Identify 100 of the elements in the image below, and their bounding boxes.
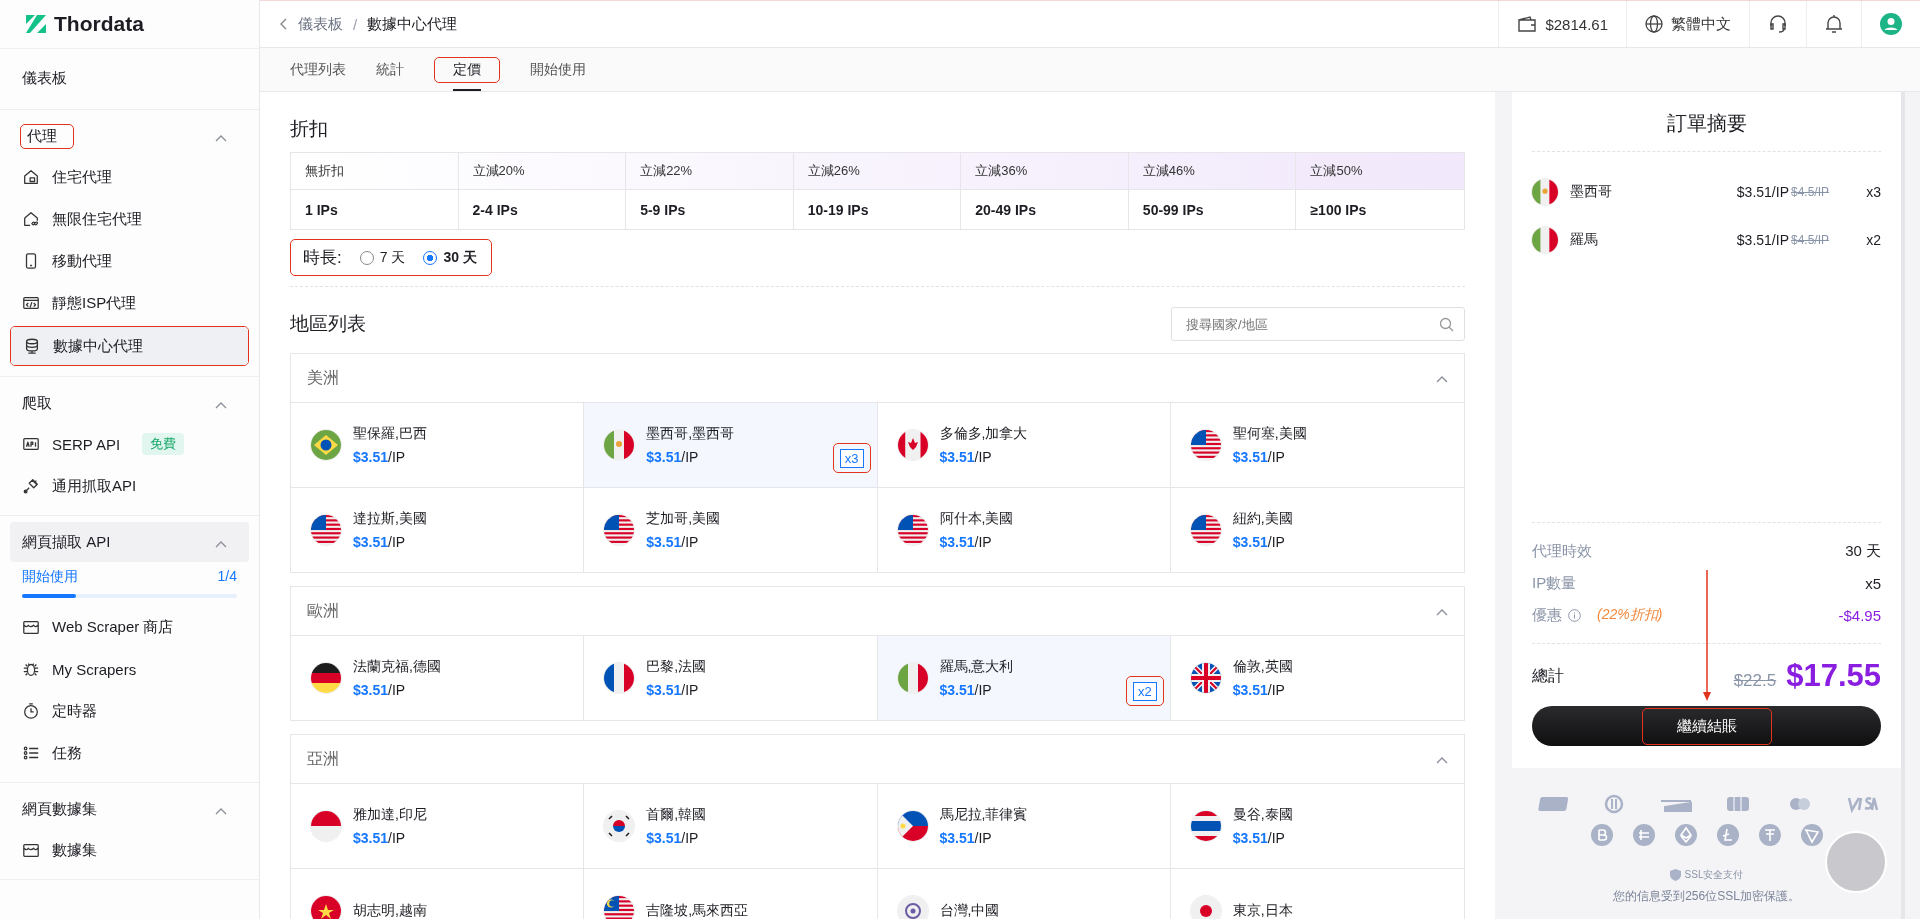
summary-title: 訂單摘要 [1532, 92, 1881, 152]
wallet-icon [1517, 15, 1538, 33]
search-icon [1439, 317, 1454, 332]
region-name: 聖何塞,美國 [1232, 425, 1307, 443]
chevron-up-icon[interactable] [1436, 608, 1448, 616]
breadcrumb-item[interactable]: 儀表板 [298, 14, 343, 34]
region-card[interactable]: 多倫多,加拿大 $3.51/IP [877, 403, 1171, 488]
sidebar-item[interactable]: My Scrapers [10, 650, 249, 688]
region-card[interactable]: 雅加達,印尼 $3.51/IP [291, 784, 585, 869]
section-title: 網頁擷取 API [22, 531, 112, 552]
sidebar-item[interactable]: 定時器 [10, 692, 249, 730]
table-header-cell: 立減22% [626, 153, 794, 190]
table-header-cell: 立減36% [961, 153, 1129, 190]
sidebar-item[interactable]: 住宅代理 [10, 158, 249, 196]
tab[interactable]: 統計 [376, 60, 404, 79]
region-card[interactable]: 芝加哥,美國 $3.51/IP [584, 488, 878, 572]
region-name: 紐約,美國 [1232, 510, 1293, 528]
sidebar-item[interactable]: 儀表板 [0, 55, 259, 101]
chevron-up-icon[interactable] [215, 400, 227, 409]
sidebar-item[interactable]: 通用抓取API [10, 467, 249, 505]
chevron-up-icon[interactable] [215, 539, 227, 548]
price-text: $3.51/IP [353, 534, 407, 550]
search-field[interactable]: 搜尋國家/地區 [1171, 307, 1465, 341]
region-card[interactable]: 吉隆坡,馬來西亞 [584, 869, 878, 919]
price-text: $3.51/IP [1232, 682, 1286, 698]
flag-icon [1532, 179, 1558, 205]
chevron-up-icon[interactable] [215, 806, 227, 815]
table-cell: 10-19 IPs [793, 190, 962, 229]
flag-icon [604, 430, 635, 460]
sidebar-item[interactable]: SERP API 免費 [10, 425, 249, 463]
summary-value: 30 天 [1845, 541, 1881, 561]
sidebar-item[interactable]: 數據集 [10, 831, 249, 869]
region-card[interactable]: 東京,日本 [1170, 869, 1464, 919]
region-card[interactable]: 墨西哥,墨西哥 $3.51/IP x3 [584, 403, 878, 488]
region-card[interactable]: 達拉斯,美國 $3.51/IP [291, 488, 585, 572]
language-button[interactable]: 繁體中文 [1626, 1, 1749, 47]
region-card[interactable]: 阿什本,美國 $3.51/IP [877, 488, 1171, 572]
price-text: $3.51/IP [353, 682, 407, 698]
item-quantity: x3 [1865, 184, 1881, 200]
region-card[interactable]: 馬尼拉,菲律賓 $3.51/IP [877, 784, 1171, 869]
back-icon[interactable] [280, 18, 288, 30]
sidebar-item[interactable]: Web Scraper 商店 [10, 608, 249, 646]
radio-option[interactable]: 30 天 [423, 248, 477, 267]
region-card[interactable]: 曼谷,泰國 $3.51/IP [1170, 784, 1464, 869]
original-total: $22.5 [1733, 671, 1777, 690]
region-card[interactable]: 胡志明,越南 [291, 869, 585, 919]
region-name: 首爾,韓國 [646, 806, 707, 824]
sidebar-item[interactable]: 任務 [10, 734, 249, 772]
price-text: $3.51/IP [939, 534, 993, 550]
flag-icon [604, 811, 635, 841]
region-card[interactable]: 台灣,中國 [877, 869, 1171, 919]
quantity-badge: x2 [1133, 682, 1157, 701]
database-icon [23, 337, 41, 355]
user-avatar-icon[interactable] [1880, 13, 1902, 35]
progress-label[interactable]: 開始使用 [22, 568, 78, 586]
bug-icon [22, 660, 40, 678]
region-name: 芝加哥,美國 [646, 510, 721, 528]
section-title: 代理 [27, 125, 58, 146]
tab[interactable]: 定價 [453, 60, 481, 77]
balance-button[interactable]: $2814.61 [1498, 1, 1626, 47]
radio-button[interactable] [423, 250, 438, 265]
original-price: $4.5/IP [1790, 185, 1829, 199]
region-card[interactable]: 倫敦,英國 $3.51/IP [1170, 636, 1464, 720]
section-header[interactable]: 網頁擷取 API [10, 522, 249, 562]
region-name: 墨西哥,墨西哥 [646, 425, 735, 443]
coin-icon [1758, 824, 1781, 846]
sidebar-item[interactable]: 靜態ISP代理 [10, 284, 249, 322]
region-card[interactable]: 法蘭克福,德國 $3.51/IP [291, 636, 585, 720]
sidebar-item[interactable]: 移動代理 [10, 242, 249, 280]
coin-icon [1674, 824, 1697, 846]
bell-icon[interactable] [1825, 14, 1843, 34]
region-card[interactable]: 羅馬,意大利 $3.51/IP x2 [877, 636, 1171, 720]
coin-icon [1632, 824, 1655, 846]
radio-option[interactable]: 7 天 [359, 248, 406, 267]
flag-icon [1190, 811, 1221, 841]
price-text: $3.51/IP [646, 534, 700, 550]
sidebar-item[interactable]: 數據中心代理 [11, 327, 248, 365]
checkout-button[interactable]: 繼續結賬 [1532, 706, 1881, 746]
region-card[interactable]: 聖何塞,美國 $3.51/IP [1170, 403, 1464, 488]
section-title: 折扣 [290, 117, 329, 141]
infinity-icon [22, 210, 40, 228]
region-card[interactable]: 紐約,美國 $3.51/IP [1170, 488, 1464, 572]
sidebar-item[interactable]: 無限住宅代理 [10, 200, 249, 238]
section-title: 網頁數據集 [22, 798, 98, 819]
table-cell: 50-99 IPs [1128, 190, 1297, 229]
tab[interactable]: 代理列表 [290, 60, 346, 79]
region-card[interactable]: 聖保羅,巴西 $3.51/IP [291, 403, 585, 488]
progress-count: 1/4 [217, 568, 237, 586]
chevron-up-icon[interactable] [1436, 375, 1448, 383]
flag-icon [604, 896, 635, 919]
chevron-up-icon[interactable] [215, 133, 227, 142]
region-card[interactable]: 巴黎,法國 $3.51/IP [584, 636, 878, 720]
chevron-up-icon[interactable] [1436, 756, 1448, 764]
ssl-note: 您的信息受到256位SSL加密保護。 [1613, 888, 1800, 905]
region-name: 曼谷,泰國 [1232, 806, 1293, 824]
region-card[interactable]: 首爾,韓國 $3.51/IP [584, 784, 878, 869]
item-price: $3.51/IP [1736, 184, 1789, 200]
tab[interactable]: 開始使用 [530, 60, 586, 79]
info-icon[interactable] [1568, 608, 1581, 622]
headset-icon[interactable] [1768, 14, 1788, 34]
